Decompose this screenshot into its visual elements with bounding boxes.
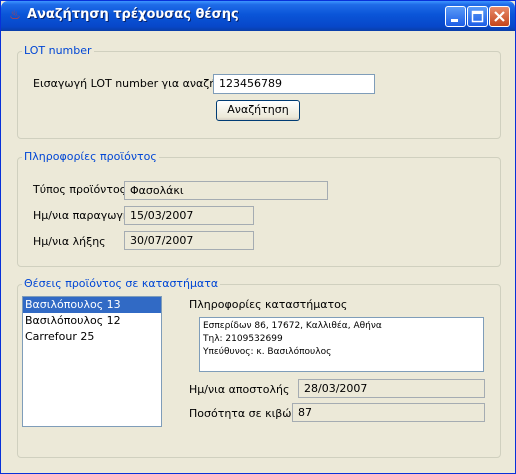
lot-number-group: LOT number Εισαγωγή LOT number για αναζή… xyxy=(17,44,501,139)
product-type-label: Τύπος προϊόντος xyxy=(33,183,127,196)
list-item[interactable]: Carrefour 25 xyxy=(23,329,161,345)
close-icon xyxy=(494,11,505,22)
product-type-field: Φασολάκι xyxy=(124,181,328,200)
store-address-line: Εσπερίδων 86, 17672, Καλλιθέα, Αθήνα xyxy=(203,321,382,331)
production-date-field: 15/03/2007 xyxy=(124,206,254,225)
lot-number-input[interactable]: 123456789 xyxy=(213,74,375,94)
maximize-icon xyxy=(471,10,484,23)
stores-group-title: Θέσεις προϊόντος σε καταστήματα xyxy=(22,277,221,291)
lot-group-title: LOT number xyxy=(22,44,94,58)
minimize-button[interactable] xyxy=(445,6,466,27)
close-button[interactable] xyxy=(489,6,510,27)
store-info-label: Πληροφορίες καταστήματος xyxy=(189,298,348,311)
java-cup-icon: ♨ xyxy=(9,8,21,23)
minimize-icon xyxy=(451,19,458,22)
store-info-textarea[interactable]: Εσπερίδων 86, 17672, Καλλιθέα, Αθήνα Τηλ… xyxy=(199,317,484,372)
store-locations-group: Θέσεις προϊόντος σε καταστήματα Βασιλόπο… xyxy=(17,277,501,458)
quantity-field: 87 xyxy=(292,403,485,422)
expiry-date-label: Ημ/νια λήξης xyxy=(33,235,106,248)
main-window: ♨ Αναζήτηση τρέχουσας θέσης LOT number Ε… xyxy=(0,0,516,474)
maximize-button[interactable] xyxy=(467,6,488,27)
window-title: Αναζήτηση τρέχουσας θέσης xyxy=(27,7,239,22)
store-phone-line: Τηλ: 2109532699 xyxy=(203,334,283,344)
shipping-date-label: Ημ/νια αποστολής xyxy=(189,383,290,396)
production-date-label: Ημ/νια παραγωγής xyxy=(33,209,137,222)
stores-list[interactable]: Βασιλόπουλος 13 Βασιλόπουλος 12 Carrefou… xyxy=(22,296,162,427)
list-item[interactable]: Βασιλόπουλος 13 xyxy=(23,297,161,313)
list-item[interactable]: Βασιλόπουλος 12 xyxy=(23,313,161,329)
store-manager-line: Υπεύθυνος: κ. Βασιλόπουλος xyxy=(203,347,332,357)
product-info-group: Πληροφορίες προϊόντος Τύπος προϊόντος Φα… xyxy=(17,150,501,267)
shipping-date-field: 28/03/2007 xyxy=(298,379,485,398)
title-bar[interactable]: ♨ Αναζήτηση τρέχουσας θέσης xyxy=(1,1,515,31)
search-button[interactable]: Αναζήτηση xyxy=(216,100,300,121)
expiry-date-field: 30/07/2007 xyxy=(124,231,254,250)
product-group-title: Πληροφορίες προϊόντος xyxy=(22,150,159,164)
